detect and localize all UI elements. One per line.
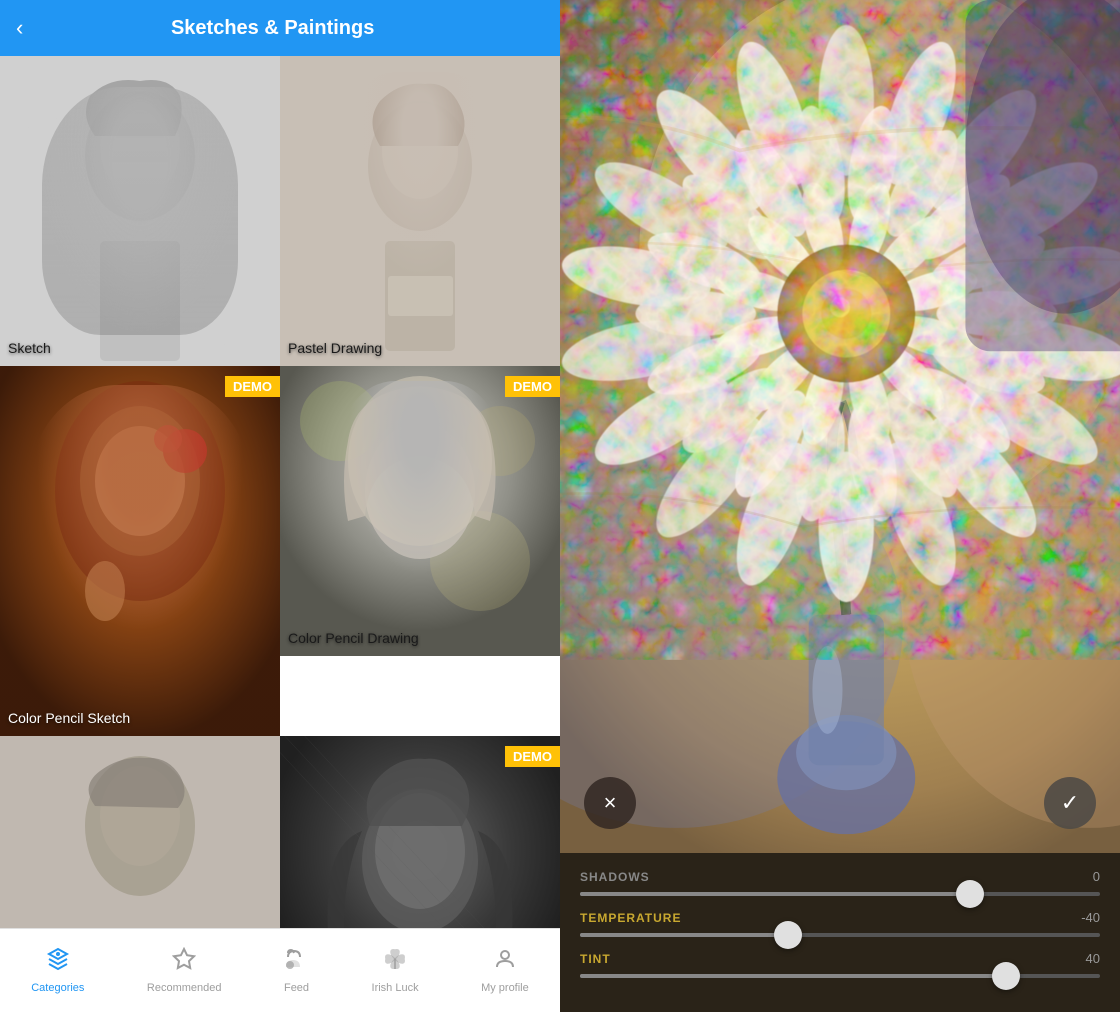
cancel-button[interactable]: ×	[584, 777, 636, 829]
filter-label-sketch: Sketch	[8, 340, 51, 356]
shadows-thumb[interactable]	[956, 880, 984, 908]
temperature-control: TEMPERATURE -40	[580, 910, 1100, 937]
shadows-control: SHADOWS 0	[580, 869, 1100, 896]
confirm-button[interactable]: ✓	[1044, 777, 1096, 829]
nav-item-recommended[interactable]: Recommended	[135, 939, 234, 1002]
pastel-thumbnail	[280, 56, 560, 366]
bottom-nav: Categories Recommended Feed	[0, 928, 560, 1012]
nav-item-categories[interactable]: Categories	[19, 939, 96, 1002]
filter-item-color-pencil-sketch[interactable]: Color Pencil Sketch DEMO	[0, 366, 280, 736]
tint-thumb[interactable]	[992, 962, 1020, 990]
filter-item-bottom1[interactable]	[0, 736, 280, 928]
controls-area: SHADOWS 0 TEMPERATURE -40 TINT 40	[560, 853, 1120, 1012]
filter-label-cpd: Color Pencil Drawing	[288, 630, 419, 646]
filter-label-cps: Color Pencil Sketch	[8, 710, 130, 726]
shadows-fill	[580, 892, 970, 896]
top-bar: ‹ Sketches & Paintings	[0, 0, 560, 56]
filter-item-color-pencil-drawing[interactable]: Color Pencil Drawing DEMO	[280, 366, 560, 656]
tint-track	[580, 974, 1100, 978]
temperature-value: -40	[1081, 910, 1100, 925]
nav-label-irish-luck: Irish Luck	[372, 982, 419, 994]
demo-badge-bottom2: DEMO	[505, 746, 560, 767]
right-panel: × ✓ SHADOWS 0 TEMPERATURE -40	[560, 0, 1120, 1012]
feed-icon	[285, 947, 309, 978]
confirm-icon: ✓	[1061, 790, 1079, 816]
cps-thumbnail	[0, 366, 280, 736]
filter-label-pastel: Pastel Drawing	[288, 340, 382, 356]
bottom1-thumbnail	[0, 736, 280, 928]
profile-icon	[493, 947, 517, 978]
photo-area: × ✓	[560, 0, 1120, 853]
recommended-icon	[172, 947, 196, 978]
nav-label-recommended: Recommended	[147, 982, 222, 994]
nav-label-categories: Categories	[31, 982, 84, 994]
filter-item-sketch[interactable]: Sketch	[0, 56, 280, 366]
nav-item-irish-luck[interactable]: Irish Luck	[360, 939, 431, 1002]
cpd-thumbnail	[280, 366, 560, 656]
left-panel: ‹ Sketches & Paintings Sketch	[0, 0, 560, 1012]
tint-value: 40	[1086, 951, 1100, 966]
page-title: Sketches & Paintings	[35, 17, 510, 40]
categories-icon	[46, 947, 70, 978]
back-button[interactable]: ‹	[16, 15, 23, 41]
temperature-track	[580, 933, 1100, 937]
irish-luck-icon	[383, 947, 407, 978]
cancel-icon: ×	[604, 790, 617, 816]
demo-badge-cps: DEMO	[225, 376, 280, 397]
tint-label: TINT	[580, 952, 611, 966]
filter-item-bottom2[interactable]: DEMO	[280, 736, 560, 928]
nav-item-my-profile[interactable]: My profile	[469, 939, 541, 1002]
flower-photo	[560, 0, 1120, 853]
nav-item-feed[interactable]: Feed	[272, 939, 321, 1002]
demo-badge-cpd: DEMO	[505, 376, 560, 397]
nav-label-my-profile: My profile	[481, 982, 529, 994]
temperature-thumb[interactable]	[774, 921, 802, 949]
shadows-track	[580, 892, 1100, 896]
tint-fill	[580, 974, 1006, 978]
filter-grid: Sketch Pastel Drawing	[0, 56, 560, 928]
sketch-thumbnail	[0, 56, 280, 366]
temperature-fill	[580, 933, 788, 937]
tint-control: TINT 40	[580, 951, 1100, 978]
nav-label-feed: Feed	[284, 982, 309, 994]
filter-item-pastel[interactable]: Pastel Drawing	[280, 56, 560, 366]
temperature-label: TEMPERATURE	[580, 911, 681, 925]
shadows-label: SHADOWS	[580, 870, 650, 884]
shadows-value: 0	[1093, 869, 1100, 884]
